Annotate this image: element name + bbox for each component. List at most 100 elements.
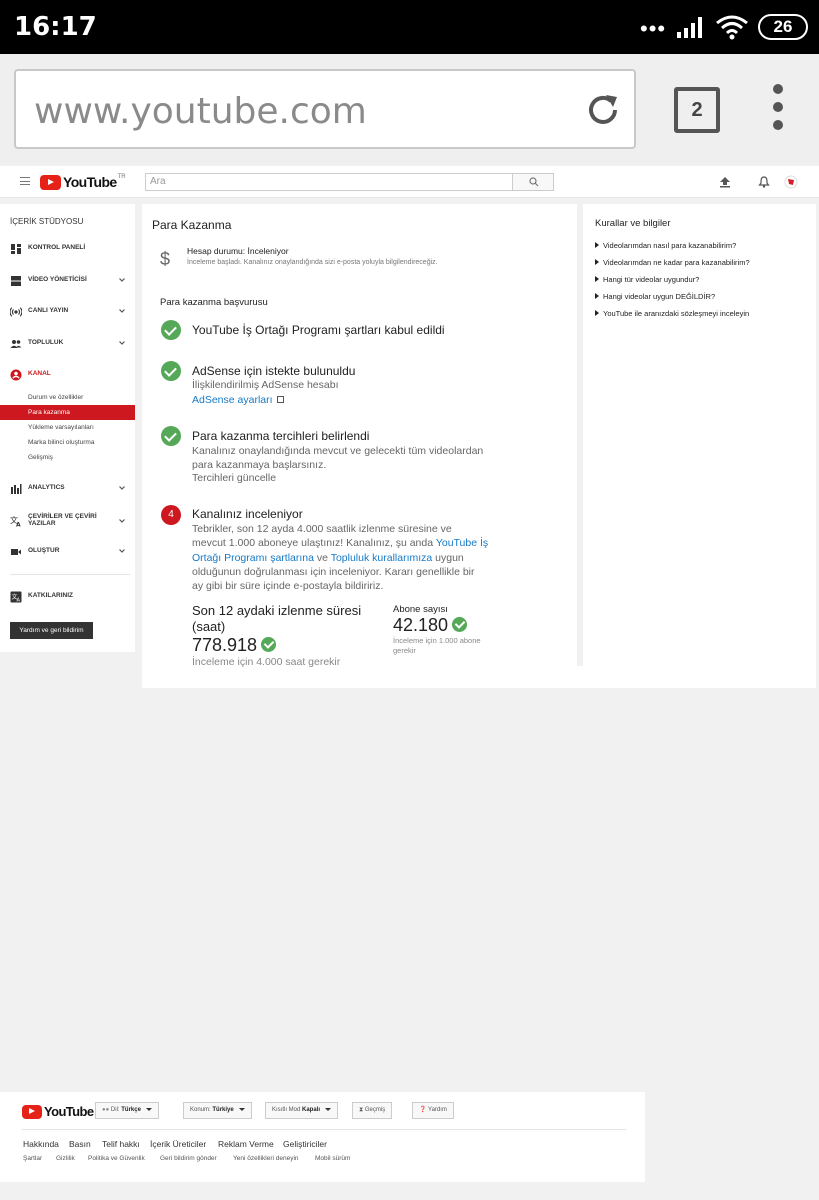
community-guidelines-link[interactable]: Topluluk kurallarımıza — [331, 552, 433, 564]
footer-link[interactable]: Reklam Verme — [218, 1139, 274, 1149]
sidebar-item-dashboard[interactable]: KONTROL PANELİ — [0, 240, 135, 258]
footer-link[interactable]: Telif hakkı — [102, 1139, 140, 1149]
language-picker[interactable]: ●● Dil: Türkçe — [95, 1102, 159, 1119]
svg-text:A: A — [17, 598, 21, 604]
step4-text: mevcut 1.000 aboneye ulaştınız! Kanalını… — [192, 537, 436, 549]
sidebar-item-label: KANAL — [28, 370, 51, 377]
sidebar-item-label: ANALYTICS — [28, 484, 65, 491]
notifications-icon[interactable] — [757, 175, 771, 189]
history-button[interactable]: ⧗ Geçmiş — [352, 1102, 393, 1119]
wifi-icon — [716, 15, 748, 40]
step4-title: Kanalınız inceleniyor — [192, 507, 303, 521]
avatar[interactable] — [784, 175, 798, 189]
sidebar-item-label: KONTROL PANELİ — [28, 244, 86, 251]
sidebar-item-translations[interactable]: 文A ÇEVİRİLER VE ÇEVİRİ YAZILAR — [0, 510, 135, 532]
tab-switcher-button[interactable]: 2 — [674, 87, 720, 133]
status-bar: 16:17 ••• 26 — [0, 0, 819, 54]
sidebar-item-label: ÇEVİRİLER VE ÇEVİRİ YAZILAR — [28, 513, 97, 527]
search-button[interactable] — [512, 173, 554, 191]
address-bar[interactable]: www.youtube.com — [14, 69, 636, 149]
sidebar-item-community[interactable]: TOPLULUK — [0, 335, 135, 353]
sidebar-item-contributions[interactable]: 文A KATKILARINIZ — [0, 588, 135, 606]
sidebar-item-live[interactable]: CANLI YAYIN — [0, 303, 135, 321]
adsense-account-link[interactable]: İlişkilendirilmiş AdSense hesabı — [192, 378, 339, 393]
reload-icon[interactable] — [584, 91, 622, 129]
chevron-down-icon — [119, 341, 125, 345]
sidebar-item-create[interactable]: OLUŞTUR — [0, 543, 135, 561]
help-label: Yardım — [428, 1107, 447, 1113]
step4-text: uygun — [432, 552, 464, 564]
footer-link[interactable]: İçerik Üreticiler — [150, 1139, 206, 1149]
sidebar-item-channel[interactable]: KANAL — [0, 366, 135, 384]
notification-dots-icon: ••• — [640, 16, 667, 41]
url-text[interactable]: www.youtube.com — [34, 91, 367, 132]
restricted-mode-picker[interactable]: Kısıtlı Mod Kapalı — [265, 1102, 339, 1119]
chevron-down-icon — [119, 278, 125, 282]
youtube-play-icon — [22, 1104, 42, 1119]
location-label: Konum: — [190, 1107, 211, 1113]
restricted-mode-label: Kısıtlı Mod — [272, 1107, 301, 1113]
location-picker[interactable]: Konum: Türkiye — [183, 1102, 252, 1119]
footer-youtube-logo[interactable]: YouTube — [22, 1104, 94, 1119]
footer-link[interactable]: Politika ve Güvenlik — [88, 1155, 145, 1162]
rules-item[interactable]: Hangi tür videolar uygundur? — [595, 275, 699, 284]
page-footer: YouTube ●● Dil: Türkçe Konum: Türkiye Kı… — [0, 1092, 645, 1182]
browser-menu-icon[interactable] — [770, 84, 786, 136]
page-title: Para Kazanma — [152, 218, 232, 232]
ypp-link[interactable]: YouTube İş — [436, 537, 488, 549]
sidebar-item-analytics[interactable]: ANALYTICS — [0, 480, 135, 498]
rules-item[interactable]: Videolarımdan nasıl para kazanabilirim? — [595, 241, 736, 250]
help-feedback-button[interactable]: Yardım ve geri bildirim — [10, 622, 93, 639]
adsense-settings-link[interactable]: AdSense ayarları — [192, 394, 273, 406]
menu-icon[interactable] — [20, 177, 30, 185]
ypp-terms-link[interactable]: Ortağı Programı şartlarına — [192, 552, 314, 564]
account-status: Hesap durumu: İnceleniyor — [187, 246, 289, 256]
footer-link[interactable]: Mobil sürüm — [315, 1155, 350, 1162]
step4-text: ve — [313, 552, 331, 564]
rules-item-label[interactable]: Hangi videolar uygun DEĞİLDİR? — [603, 292, 715, 301]
rules-item-label[interactable]: Videolarımdan nasıl para kazanabilirim? — [603, 241, 736, 250]
caret-right-icon — [595, 242, 599, 248]
sidebar-item-video-manager[interactable]: VİDEO YÖNETİCİSİ — [0, 272, 135, 290]
footer-link[interactable]: Basın — [69, 1139, 91, 1149]
footer-link[interactable]: Geri bildirim gönder — [160, 1155, 217, 1162]
check-icon — [161, 426, 181, 446]
sidebar-subitem-monetization[interactable]: Para kazanma — [0, 405, 135, 420]
footer-link[interactable]: Şartlar — [23, 1155, 42, 1162]
rules-item-label[interactable]: YouTube ile aranızdaki sözleşmeyi incele… — [603, 309, 749, 318]
create-icon — [11, 549, 21, 555]
upload-icon[interactable] — [718, 175, 732, 189]
status-time: 16:17 — [14, 12, 97, 42]
rules-item[interactable]: Videolarımdan ne kadar para kazanabiliri… — [595, 258, 750, 267]
sidebar-subitem-upload-defaults[interactable]: Yükleme varsayılanları — [0, 420, 135, 435]
footer-link[interactable]: Hakkında — [23, 1139, 59, 1149]
caret-right-icon — [595, 276, 599, 282]
sidebar-divider — [10, 574, 130, 575]
svg-text:A: A — [16, 522, 21, 528]
sidebar-item-label: OLUŞTUR — [28, 547, 60, 554]
rules-item[interactable]: YouTube ile aranızdaki sözleşmeyi incele… — [595, 309, 749, 318]
studio-sidebar: İÇERİK STÜDYOSU KONTROL PANELİ VİDEO YÖN… — [0, 204, 135, 652]
update-preferences-link[interactable]: Tercihleri güncelle — [192, 471, 276, 486]
footer-link[interactable]: Geliştiriciler — [283, 1139, 327, 1149]
sidebar-item-label: VİDEO YÖNETİCİSİ — [28, 276, 87, 283]
rules-item-label[interactable]: Videolarımdan ne kadar para kazanabiliri… — [603, 258, 750, 267]
footer-link[interactable]: Yeni özellikleri deneyin — [233, 1155, 299, 1162]
sidebar-subitem-status[interactable]: Durum ve özellikler — [0, 390, 135, 405]
search-input[interactable]: Ara — [145, 173, 513, 191]
youtube-logo[interactable]: YouTube TR — [40, 174, 126, 190]
external-link-icon — [276, 396, 284, 403]
help-button[interactable]: ❓ Yardım — [412, 1102, 454, 1119]
rules-item[interactable]: Hangi videolar uygun DEĞİLDİR? — [595, 292, 715, 301]
sidebar-subitem-branding[interactable]: Marka bilinci oluşturma — [0, 435, 135, 450]
footer-link[interactable]: Gizlilik — [56, 1155, 75, 1162]
caret-down-icon — [238, 1107, 245, 1111]
channel-icon — [10, 369, 22, 381]
footer-logo-text: YouTube — [44, 1104, 94, 1119]
language-value: Türkçe — [121, 1107, 141, 1113]
watch-time-title: Son 12 aydaki izlenme süresi (saat) — [192, 603, 362, 634]
subscriber-title: Abone sayısı — [393, 604, 448, 615]
sidebar-subitem-advanced[interactable]: Gelişmiş — [0, 450, 135, 465]
youtube-header: YouTube TR Ara — [0, 166, 819, 198]
rules-item-label[interactable]: Hangi tür videolar uygundur? — [603, 275, 699, 284]
